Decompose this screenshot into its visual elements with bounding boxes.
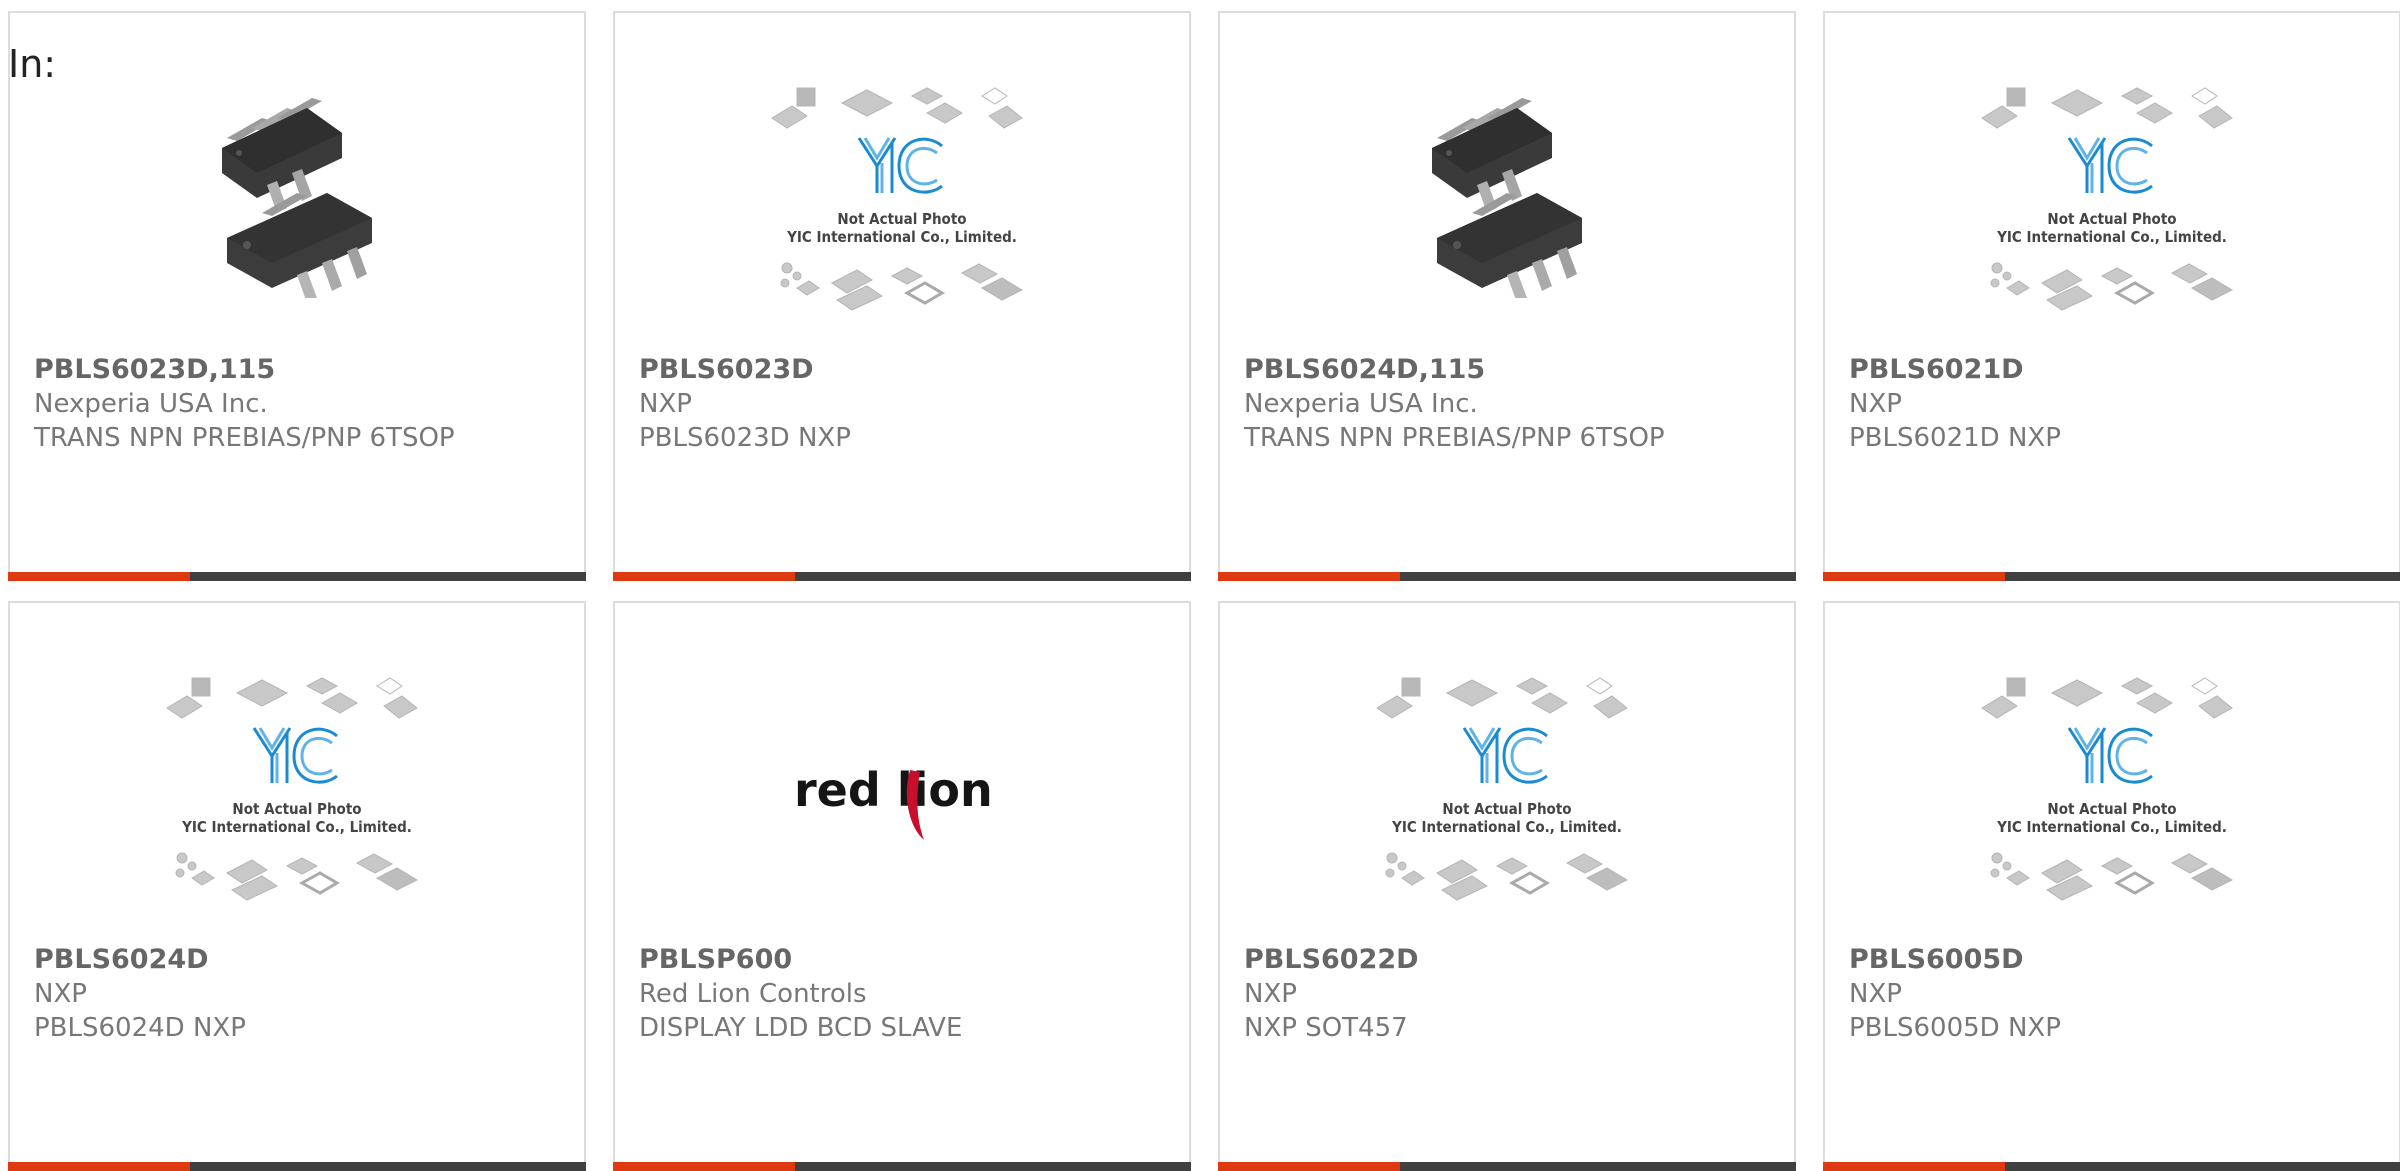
- part-number[interactable]: PBLS6024D,115: [1244, 353, 1778, 387]
- manufacturer: NXP: [1849, 389, 1902, 419]
- manufacturer: NXP: [1849, 979, 1902, 1009]
- part-number[interactable]: PBLS6024D: [34, 943, 568, 977]
- placeholder-caption-line2: YIC International Co., Limited.: [181, 818, 412, 836]
- product-card[interactable]: red lion PBLSP600 Red Lion Controls DISPLA…: [613, 601, 1191, 1171]
- accent-segment: [613, 572, 795, 581]
- product-card[interactable]: PBLS6023D,115 Nexperia USA Inc. TRANS NPN …: [8, 11, 586, 581]
- red-lion-logo[interactable]: red lion: [757, 663, 1047, 913]
- placeholder-caption-line1: Not Actual Photo: [232, 800, 361, 818]
- yic-placeholder-image[interactable]: Not Actual Photo YIC International Co., …: [1967, 663, 2257, 913]
- product-info: PBLSP600 Red Lion Controls DISPLAY LDD BCD…: [639, 943, 1173, 1045]
- placeholder-caption-line2: YIC International Co., Limited.: [1391, 818, 1622, 836]
- accent-segment: [1218, 572, 1400, 581]
- product-info: PBLS6022D NXP NXP SOT457: [1244, 943, 1778, 1045]
- part-number[interactable]: PBLSP600: [639, 943, 1173, 977]
- placeholder-caption-line2: YIC International Co., Limited.: [1996, 228, 2227, 246]
- yic-placeholder-image[interactable]: Not Actual Photo YIC International Co., …: [152, 663, 442, 913]
- part-number[interactable]: PBLS6021D: [1849, 353, 2383, 387]
- manufacturer: Nexperia USA Inc.: [34, 389, 268, 419]
- product-info: PBLS6005D NXP PBLS6005D NXP: [1849, 943, 2383, 1045]
- manufacturer: NXP: [639, 389, 692, 419]
- product-card[interactable]: Not Actual Photo YIC International Co., …: [613, 11, 1191, 581]
- description: PBLS6005D NXP: [1849, 1013, 2061, 1043]
- product-card[interactable]: Not Actual Photo YIC International Co., …: [1823, 601, 2400, 1171]
- description: PBLS6024D NXP: [34, 1013, 246, 1043]
- product-info: PBLS6024D NXP PBLS6024D NXP: [34, 943, 568, 1045]
- product-photo[interactable]: [1362, 73, 1652, 323]
- placeholder-caption-line2: YIC International Co., Limited.: [1996, 818, 2227, 836]
- description: NXP SOT457: [1244, 1013, 1408, 1043]
- manufacturer: NXP: [1244, 979, 1297, 1009]
- description: TRANS NPN PREBIAS/PNP 6TSOP: [34, 423, 455, 453]
- card-accent-bar: [8, 572, 586, 581]
- accent-segment: [8, 572, 190, 581]
- description: DISPLAY LDD BCD SLAVE: [639, 1013, 963, 1043]
- product-card[interactable]: Not Actual Photo YIC International Co., …: [1823, 11, 2400, 581]
- part-number[interactable]: PBLS6023D: [639, 353, 1173, 387]
- product-photo[interactable]: [152, 73, 442, 323]
- product-card[interactable]: Not Actual Photo YIC International Co., …: [1218, 601, 1796, 1171]
- manufacturer: Nexperia USA Inc.: [1244, 389, 1478, 419]
- product-info: PBLS6023D,115 Nexperia USA Inc. TRANS NPN …: [34, 353, 568, 455]
- yic-placeholder-image[interactable]: Not Actual Photo YIC International Co., …: [1967, 73, 2257, 323]
- placeholder-caption-line1: Not Actual Photo: [1442, 800, 1571, 818]
- dark-segment: [190, 572, 586, 581]
- placeholder-caption-line1: Not Actual Photo: [2047, 210, 2176, 228]
- card-accent-bar: [613, 572, 1191, 581]
- part-number[interactable]: PBLS6023D,115: [34, 353, 568, 387]
- dark-segment: [2005, 572, 2400, 581]
- manufacturer: NXP: [34, 979, 87, 1009]
- yic-placeholder-image[interactable]: Not Actual Photo YIC International Co., …: [757, 73, 1047, 323]
- card-accent-bar: [1218, 572, 1796, 581]
- part-number[interactable]: PBLS6022D: [1244, 943, 1778, 977]
- dark-segment: [1400, 572, 1796, 581]
- yic-placeholder-image[interactable]: Not Actual Photo YIC International Co., …: [1362, 663, 1652, 913]
- part-number[interactable]: PBLS6005D: [1849, 943, 2383, 977]
- description: PBLS6021D NXP: [1849, 423, 2061, 453]
- manufacturer: Red Lion Controls: [639, 979, 867, 1009]
- description: TRANS NPN PREBIAS/PNP 6TSOP: [1244, 423, 1665, 453]
- description: PBLS6023D NXP: [639, 423, 851, 453]
- dark-segment: [795, 572, 1191, 581]
- placeholder-caption-line1: Not Actual Photo: [2047, 800, 2176, 818]
- product-card[interactable]: PBLS6024D,115 Nexperia USA Inc. TRANS NPN …: [1218, 11, 1796, 581]
- red-lion-wordmark: red lion: [794, 763, 993, 817]
- filter-label: In:: [8, 42, 57, 86]
- product-info: PBLS6023D NXP PBLS6023D NXP: [639, 353, 1173, 455]
- product-info: PBLS6021D NXP PBLS6021D NXP: [1849, 353, 2383, 455]
- product-info: PBLS6024D,115 Nexperia USA Inc. TRANS NPN …: [1244, 353, 1778, 455]
- placeholder-caption-line1: Not Actual Photo: [837, 210, 966, 228]
- placeholder-caption-line2: YIC International Co., Limited.: [786, 228, 1017, 246]
- card-accent-bar: [1823, 572, 2400, 581]
- product-card[interactable]: Not Actual Photo YIC International Co., …: [8, 601, 586, 1171]
- accent-segment: [1823, 572, 2005, 581]
